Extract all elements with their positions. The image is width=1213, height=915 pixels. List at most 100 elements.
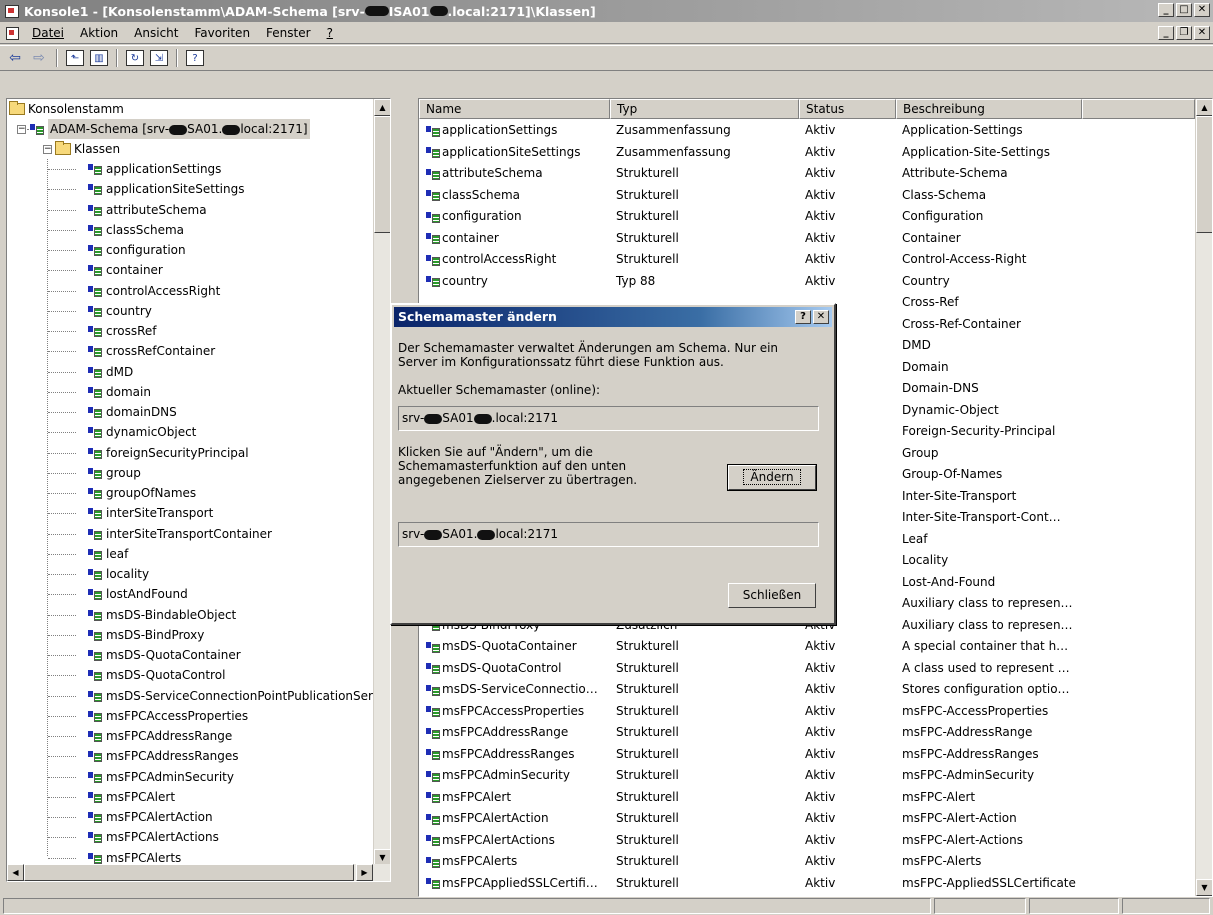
child-close-button[interactable]: ✕	[1194, 26, 1210, 40]
list-row[interactable]: controlAccessRight Strukturell Aktiv Contro…	[419, 249, 1082, 271]
scroll-right-button[interactable]: ▶	[356, 864, 373, 881]
list-row[interactable]: msDS-ServiceConnectio… Strukturell Aktiv St…	[419, 679, 1082, 701]
menu-ansicht[interactable]: Ansicht	[126, 26, 186, 40]
menu-favoriten[interactable]: Favoriten	[186, 26, 258, 40]
list-row[interactable]: msFPCAlerts Strukturell Aktiv msFPC-Alerts	[419, 851, 1082, 873]
tree-item-class[interactable]: msFPCAlertAction	[48, 807, 213, 827]
tree-item-class[interactable]: interSiteTransportContainer	[48, 524, 272, 544]
tree-item-class[interactable]: crossRefContainer	[48, 341, 215, 361]
tree-item-class[interactable]: msFPCAdminSecurity	[48, 767, 234, 787]
tree-item-class[interactable]: interSiteTransport	[48, 503, 213, 523]
refresh-icon[interactable]: ↻	[126, 50, 144, 66]
child-restore-button[interactable]: ❐	[1176, 26, 1192, 40]
minimize-button[interactable]: _	[1158, 3, 1174, 17]
tree-item-class[interactable]: container	[48, 260, 163, 280]
list-row[interactable]: msFPCAccessProperties Strukturell Aktiv msF…	[419, 701, 1082, 723]
tree-item-class[interactable]: groupOfNames	[48, 483, 196, 503]
tree-item-class[interactable]: locality	[48, 564, 149, 584]
tree-pane[interactable]: Konsolenstamm − ADAM-Schema [srv- SA01. lo…	[6, 98, 391, 882]
change-schema-master-dialog[interactable]: Schemamaster ändern ? ✕ Der Schemamaster…	[390, 303, 836, 625]
maximize-button[interactable]: □	[1176, 3, 1192, 17]
tree-item-class[interactable]: msFPCAddressRanges	[48, 746, 239, 766]
list-row[interactable]: msFPCAdminSecurity Strukturell Aktiv msFPC-…	[419, 765, 1082, 787]
console-document-icon[interactable]	[4, 25, 20, 41]
tree-item-class[interactable]: msDS-ServiceConnectionPointPublicationSe…	[48, 686, 373, 706]
list-row[interactable]: msFPCAlert Strukturell Aktiv msFPC-Alert	[419, 787, 1082, 809]
forward-arrow-icon[interactable]: ⇨	[28, 48, 50, 68]
menu-help[interactable]: ?	[319, 26, 341, 40]
tree-item-class[interactable]: crossRef	[48, 321, 157, 341]
scroll-up-button[interactable]: ▲	[1196, 99, 1212, 116]
tree-item-class[interactable]: msDS-QuotaContainer	[48, 645, 241, 665]
list-row[interactable]: configuration Strukturell Aktiv Configurati…	[419, 206, 1082, 228]
collapse-icon[interactable]: −	[43, 144, 52, 154]
tree-item-class[interactable]: msFPCAddressRange	[48, 726, 232, 746]
list-row[interactable]: container Strukturell Aktiv Container	[419, 228, 1082, 250]
child-minimize-button[interactable]: _	[1158, 26, 1174, 40]
tree-item-class[interactable]: configuration	[48, 240, 186, 260]
tree-item-class[interactable]: domain	[48, 382, 151, 402]
tree-item-class[interactable]: msDS-BindProxy	[48, 625, 204, 645]
close-dialog-button[interactable]: Schließen	[728, 583, 816, 608]
tree-horizontal-scrollbar[interactable]: ◀ ▶	[7, 864, 390, 881]
list-row[interactable]: classSchema Strukturell Aktiv Class-Schema	[419, 185, 1082, 207]
list-vertical-scrollbar[interactable]: ▲ ▼	[1195, 99, 1212, 896]
back-arrow-icon[interactable]: ⇦	[4, 48, 26, 68]
window-title-bar[interactable]: Konsole1 - [Konsolenstamm\ADAM-Schema [s…	[0, 0, 1213, 22]
scroll-down-button[interactable]: ▼	[1196, 879, 1212, 896]
menu-aktion[interactable]: Aktion	[72, 26, 126, 40]
list-row[interactable]: msFPCAddressRange Strukturell Aktiv msFPC-A…	[419, 722, 1082, 744]
list-row[interactable]: applicationSiteSettings Zusammenfassung Ak…	[419, 142, 1082, 164]
scroll-thumb-h[interactable]	[24, 864, 354, 881]
tree-item-class[interactable]: msDS-QuotaControl	[48, 665, 225, 685]
tree-item-class[interactable]: lostAndFound	[48, 584, 188, 604]
column-header-status[interactable]: Status	[799, 99, 896, 119]
tree-item-class[interactable]: msFPCAlerts	[48, 848, 181, 864]
list-row[interactable]: country Typ 88 Aktiv Country	[419, 271, 1082, 293]
scroll-up-button[interactable]: ▲	[374, 99, 390, 116]
tree-item-class[interactable]: msFPCAccessProperties	[48, 706, 248, 726]
column-header-name[interactable]: Name	[419, 99, 610, 119]
change-button[interactable]: Ändern	[727, 464, 817, 491]
column-header-beschreibung[interactable]: Beschreibung	[896, 99, 1082, 119]
tree-item-class[interactable]: group	[48, 463, 141, 483]
dialog-title-bar[interactable]: Schemamaster ändern ? ✕	[394, 307, 832, 327]
scroll-left-button[interactable]: ◀	[7, 864, 24, 881]
column-header-typ[interactable]: Typ	[610, 99, 799, 119]
show-hide-tree-icon[interactable]: ▥	[90, 50, 108, 66]
tree-item-class[interactable]: msDS-BindableObject	[48, 605, 236, 625]
dialog-help-button[interactable]: ?	[795, 310, 811, 324]
target-server-field[interactable]: srv- SA01. local:2171	[398, 522, 819, 547]
up-folder-icon[interactable]: ⬑	[66, 50, 84, 66]
tree-item-adam-schema[interactable]: − ADAM-Schema [srv- SA01. local:2171]	[17, 119, 310, 139]
tree-item-class[interactable]: controlAccessRight	[48, 281, 220, 301]
tree-item-class[interactable]: domainDNS	[48, 402, 177, 422]
tree-item-klassen[interactable]: − Klassen	[43, 139, 120, 159]
tree-item-class[interactable]: leaf	[48, 544, 128, 564]
tree-item-konsolenstamm[interactable]: Konsolenstamm	[9, 99, 124, 119]
menu-fenster[interactable]: Fenster	[258, 26, 319, 40]
tree-item-class[interactable]: country	[48, 301, 152, 321]
list-row[interactable]: msFPCAddressRanges Strukturell Aktiv msFPC-…	[419, 744, 1082, 766]
list-row[interactable]: msFPCAppliedSSLCertifi… Strukturell Aktiv m…	[419, 873, 1082, 895]
tree-item-class[interactable]: attributeSchema	[48, 200, 207, 220]
tree-item-class[interactable]: msFPCAlert	[48, 787, 175, 807]
list-row[interactable]: msFPCAlertAction Strukturell Aktiv msFPC-Al…	[419, 808, 1082, 830]
close-button[interactable]: ✕	[1194, 3, 1210, 17]
tree-item-class[interactable]: dynamicObject	[48, 422, 196, 442]
tree-item-class[interactable]: applicationSettings	[48, 159, 221, 179]
mmc-app-icon[interactable]	[4, 3, 20, 19]
list-row[interactable]: msDS-QuotaContainer Strukturell Aktiv A spe…	[419, 636, 1082, 658]
tree-item-class[interactable]: applicationSiteSettings	[48, 179, 244, 199]
tree-item-class[interactable]: msFPCAlertActions	[48, 827, 219, 847]
scroll-thumb[interactable]	[374, 116, 390, 233]
export-list-icon[interactable]: ⇲	[150, 50, 168, 66]
dialog-close-button[interactable]: ✕	[813, 310, 829, 324]
help-icon[interactable]: ?	[186, 50, 204, 66]
list-row[interactable]: msDS-QuotaControl Strukturell Aktiv A class…	[419, 658, 1082, 680]
menu-datei[interactable]: Datei	[24, 26, 72, 40]
tree-item-class[interactable]: dMD	[48, 362, 133, 382]
list-row[interactable]: attributeSchema Strukturell Aktiv Attribute…	[419, 163, 1082, 185]
tree-vertical-scrollbar[interactable]: ▲ ▼	[373, 99, 390, 866]
tree-item-class[interactable]: classSchema	[48, 220, 184, 240]
